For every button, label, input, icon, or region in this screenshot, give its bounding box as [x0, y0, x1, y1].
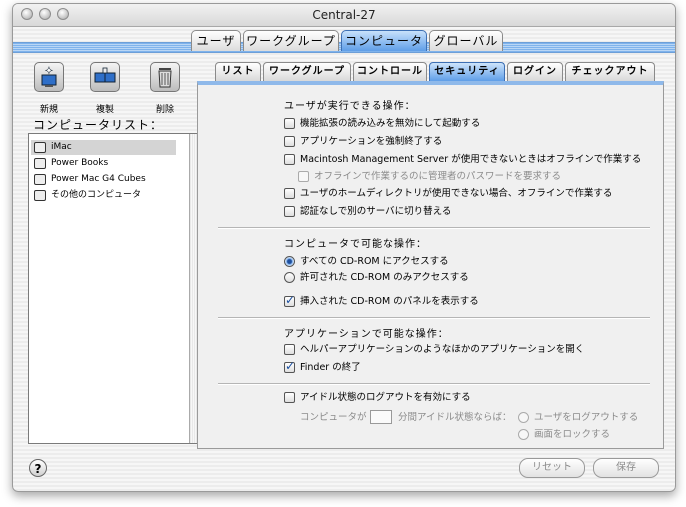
svg-text:✦: ✦	[45, 66, 53, 77]
new-button-label: 新規	[39, 105, 58, 115]
subtab-security[interactable]: セキュリティ	[429, 62, 505, 81]
subtab-controls[interactable]: コントロール	[353, 62, 427, 81]
idle-minutes-field[interactable]	[370, 410, 392, 424]
checkbox[interactable]	[284, 293, 295, 307]
section-divider	[218, 317, 650, 319]
security-panel: ユーザが実行できる操作： 機能拡張の読み込みを無効にして起動する アプリケーショ…	[197, 81, 664, 449]
trash-icon	[150, 62, 180, 92]
window: Central-27 ユーザ ワークグループ コンピュータ グローバル ✦ 新規…	[12, 3, 676, 492]
section-divider	[218, 383, 650, 385]
computer-list-caption: コンピュータリスト：	[33, 118, 164, 132]
duplicate-button[interactable]: 複製	[87, 62, 123, 115]
list-item[interactable]: その他のコンピュータ	[31, 188, 176, 203]
user-ops-title: ユーザが実行できる操作：	[284, 101, 416, 112]
radio-label: 許可された CD-ROM のみアクセスする	[300, 272, 469, 283]
title-bar[interactable]: Central-27	[13, 4, 675, 27]
checkbox[interactable]	[284, 206, 295, 217]
delete-button[interactable]: 削除	[147, 62, 183, 115]
option-label: ヘルパーアプリケーションのようなほかのアプリケーションを開く	[300, 344, 585, 355]
option-label: ユーザのホームディレクトリが使用できない場合、オフラインで作業する	[300, 188, 613, 199]
option-label: Macintosh Management Server が使用できないときはオフ…	[300, 154, 642, 165]
radio-button[interactable]	[284, 272, 295, 283]
window-title: Central-27	[312, 8, 376, 22]
option-label: 挿入された CD-ROM のパネルを表示する	[300, 296, 479, 307]
duplicate-button-label: 複製	[95, 105, 114, 115]
computer-list-icon	[34, 174, 46, 185]
list-item-label: Power Books	[51, 158, 109, 168]
tab-workgroups[interactable]: ワークグループ	[243, 30, 339, 51]
new-button[interactable]: ✦ 新規	[31, 62, 67, 115]
radio-button[interactable]	[518, 429, 529, 440]
option-label: 認証なしで別のサーバに切り替える	[300, 206, 452, 217]
subtab-list[interactable]: リスト	[215, 62, 261, 81]
idle-prefix-label: コンピュータが	[300, 412, 367, 423]
tab-global[interactable]: グローバル	[429, 30, 503, 51]
radio-label: ユーザをログアウトする	[534, 412, 639, 423]
subtab-checkout[interactable]: チェックアウト	[565, 62, 655, 81]
section-divider	[218, 227, 650, 229]
radio-button[interactable]	[284, 256, 295, 267]
app-ops-title: アプリケーションで可能な操作：	[284, 329, 449, 340]
option-label: Finder の終了	[300, 362, 361, 373]
revert-button[interactable]: リセット	[519, 458, 585, 478]
checkbox[interactable]	[284, 188, 295, 199]
computer-list[interactable]: iMac Power Books Power Mac G4 Cubes その他の…	[28, 133, 205, 444]
option-label: 機能拡張の読み込みを無効にして起動する	[300, 118, 481, 129]
checkbox[interactable]	[284, 154, 295, 165]
checkbox[interactable]	[284, 136, 295, 147]
main-tabs: ユーザ ワークグループ コンピュータ グローバル	[13, 30, 675, 52]
computer-list-icon	[34, 190, 46, 201]
list-item[interactable]: Power Books	[31, 156, 176, 171]
radio-label: すべての CD-ROM にアクセスする	[300, 256, 449, 267]
list-item-label: その他のコンピュータ	[51, 190, 142, 200]
checkbox	[298, 171, 309, 182]
save-button[interactable]: 保存	[593, 458, 659, 478]
list-item[interactable]: Power Mac G4 Cubes	[31, 172, 176, 187]
option-label: アイドル状態のログアウトを有効にする	[300, 392, 471, 403]
tab-computers[interactable]: コンピュータ	[341, 30, 427, 51]
checkbox[interactable]	[284, 359, 295, 373]
subtab-login[interactable]: ログイン	[507, 62, 563, 81]
delete-button-label: 削除	[155, 105, 174, 115]
radio-button[interactable]	[518, 412, 529, 423]
computer-ops-title: コンピュータで可能な操作：	[284, 239, 427, 250]
checkbox[interactable]	[284, 392, 295, 403]
checkbox[interactable]	[284, 344, 295, 355]
checkbox[interactable]	[284, 118, 295, 129]
computer-list-icon	[34, 142, 46, 153]
radio-label: 画面をロックする	[534, 429, 611, 440]
list-item-label: iMac	[51, 142, 72, 152]
computer-list-icon	[34, 158, 46, 169]
subtab-workgroups[interactable]: ワークグループ	[263, 62, 351, 81]
duplicate-computer-icon	[90, 62, 120, 92]
option-label: アプリケーションを強制終了する	[300, 136, 443, 147]
help-button[interactable]: ?	[29, 459, 47, 477]
list-item-label: Power Mac G4 Cubes	[51, 174, 146, 184]
option-label: オフラインで作業するのに管理者のパスワードを要求する	[314, 171, 562, 182]
idle-suffix-label: 分間アイドル状態ならば：	[398, 412, 512, 423]
list-item[interactable]: iMac	[31, 140, 176, 155]
tab-users[interactable]: ユーザ	[191, 30, 241, 51]
new-computer-icon: ✦	[34, 62, 64, 92]
